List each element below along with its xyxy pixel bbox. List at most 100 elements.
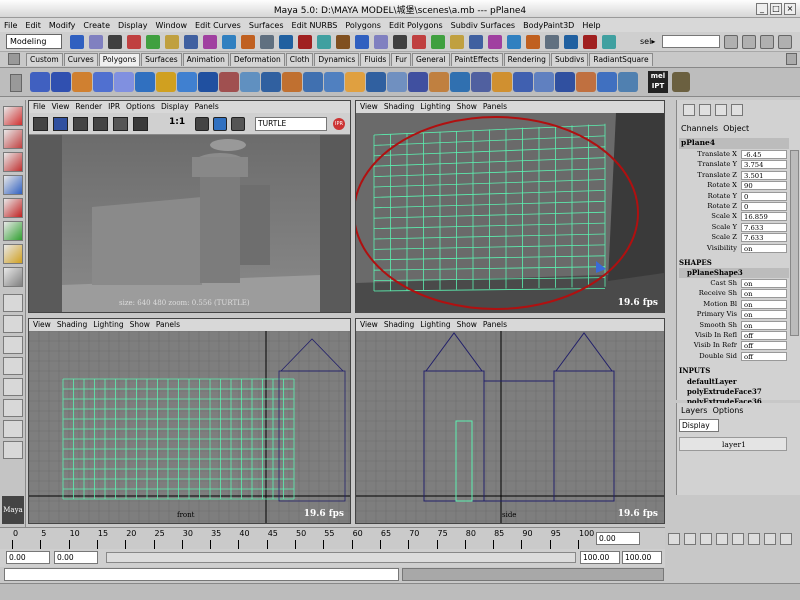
lasso-tool-icon[interactable] [3, 129, 23, 149]
channel-row[interactable]: Rotate Y 0 [679, 191, 787, 202]
tab-object[interactable]: Object [723, 124, 749, 133]
shelf-scroll-icon[interactable] [10, 74, 22, 92]
playback-control-icon[interactable] [732, 533, 744, 545]
shelf-tab-polygons[interactable]: Polygons [98, 53, 141, 66]
shelf-polygon-tool-icon[interactable] [30, 72, 50, 92]
status-tool-icon[interactable] [146, 35, 160, 49]
status-tool-icon[interactable] [70, 35, 84, 49]
channel-row[interactable]: Primary Vis on [679, 310, 787, 320]
input-node[interactable]: defaultLayer [679, 377, 789, 387]
layout-preset-icon[interactable] [3, 336, 23, 354]
start-time-field[interactable]: 0.00 [6, 551, 50, 564]
shelf-polygon-tool-icon[interactable] [387, 72, 407, 92]
channel-value[interactable]: off [741, 331, 787, 340]
shelf-tab-fluids[interactable]: Fluids [360, 53, 391, 66]
tab-layers[interactable]: Layers [681, 406, 707, 415]
mode-dropdown[interactable]: Modeling [6, 34, 62, 49]
status-tool-icon[interactable] [222, 35, 236, 49]
render-tool-icon[interactable] [33, 117, 48, 131]
playback-control-icon[interactable] [764, 533, 776, 545]
current-time-field[interactable]: 0.00 [596, 532, 640, 545]
shelf-menu-icon[interactable] [8, 53, 20, 65]
panel-menu-view[interactable]: View [33, 320, 51, 329]
status-tool-icon[interactable] [526, 35, 540, 49]
render-tool-icon[interactable] [133, 117, 148, 131]
panel-toggle-icon[interactable] [760, 35, 774, 49]
shelf-tab-subdivs[interactable]: Subdivs [550, 53, 589, 66]
front-viewport[interactable]: View Shading Lighting Show Panels front 19.6… [28, 318, 351, 524]
render-tool-icon[interactable] [213, 117, 227, 131]
paint-select-icon[interactable] [3, 152, 23, 172]
layout-preset-icon[interactable] [3, 420, 23, 438]
shelf-polygon-tool-icon[interactable] [597, 72, 617, 92]
panel-menu-render[interactable]: Render [75, 102, 102, 111]
playback-control-icon[interactable] [700, 533, 712, 545]
minimize-button[interactable]: _ [756, 3, 768, 15]
channel-box-mode-icon[interactable] [699, 104, 711, 116]
shelf-polygon-tool-icon[interactable] [408, 72, 428, 92]
menu-polygons[interactable]: Polygons [345, 21, 381, 30]
layout-preset-icon[interactable] [3, 357, 23, 375]
end-time-field[interactable]: 100.00 [622, 551, 662, 564]
mel-icon[interactable]: mel IPT [648, 71, 668, 93]
panel-menu-show[interactable]: Show [130, 320, 150, 329]
status-tool-icon[interactable] [374, 35, 388, 49]
panel-menu-lighting[interactable]: Lighting [420, 102, 450, 111]
shelf-polygon-tool-icon[interactable] [282, 72, 302, 92]
trash-icon[interactable] [786, 53, 797, 65]
close-button[interactable]: × [784, 3, 796, 15]
channel-value[interactable]: off [741, 341, 787, 351]
shelf-tab-cloth[interactable]: Cloth [285, 53, 314, 66]
channel-box-mode-icon[interactable] [683, 104, 695, 116]
shelf-polygon-tool-icon[interactable] [114, 72, 134, 92]
menu-edit[interactable]: Edit [25, 21, 41, 30]
channel-row[interactable]: Translate X -6.45 [679, 150, 787, 160]
shelf-tab-rendering[interactable]: Rendering [503, 53, 550, 66]
panel-toggle-icon[interactable] [742, 35, 756, 49]
status-tool-icon[interactable] [393, 35, 407, 49]
render-tool-icon[interactable] [231, 117, 245, 131]
rotate-tool-icon[interactable] [3, 198, 23, 218]
status-tool-icon[interactable] [241, 35, 255, 49]
channel-box-mode-icon[interactable] [731, 104, 743, 116]
maximize-button[interactable]: □ [770, 3, 782, 15]
shelf-tab-surfaces[interactable]: Surfaces [141, 53, 182, 66]
shelf-polygon-tool-icon[interactable] [429, 72, 449, 92]
channel-row[interactable]: Receive Sh on [679, 289, 787, 299]
status-tool-icon[interactable] [469, 35, 483, 49]
render-tool-icon[interactable] [73, 117, 88, 131]
status-tool-icon[interactable] [89, 35, 103, 49]
status-tool-icon[interactable] [317, 35, 331, 49]
channel-row[interactable]: Double Sid off [679, 351, 787, 362]
panel-menu-view[interactable]: View [360, 320, 378, 329]
shelf-tab-painteffects[interactable]: PaintEffects [450, 53, 503, 66]
panel-menu-options[interactable]: Options [126, 102, 155, 111]
panel-menu-lighting[interactable]: Lighting [93, 320, 123, 329]
channel-value[interactable]: -6.45 [741, 150, 787, 159]
renderer-dropdown[interactable]: TURTLE [255, 117, 327, 131]
channel-row[interactable]: Scale Y 7.633 [679, 222, 787, 233]
time-slider[interactable]: 0.00 0 5 10 15 20 25 30 35 40 45 50 55 60 65 70 75 80 85 9… [0, 527, 792, 549]
playback-control-icon[interactable] [684, 533, 696, 545]
zoom-ratio[interactable]: 1:1 [169, 117, 185, 127]
panel-menu-panels[interactable]: Panels [156, 320, 180, 329]
status-tool-icon[interactable] [488, 35, 502, 49]
shelf-tab-animation[interactable]: Animation [182, 53, 229, 66]
shelf-tab-deformation[interactable]: Deformation [229, 53, 285, 66]
shelf-polygon-tool-icon[interactable] [72, 72, 92, 92]
panel-menu-file[interactable]: File [33, 102, 46, 111]
node-name[interactable]: pPlane4 [679, 138, 789, 149]
layer-row[interactable]: layer1 [679, 437, 787, 451]
shelf-polygon-tool-icon[interactable] [471, 72, 491, 92]
shelf-polygon-tool-icon[interactable] [324, 72, 344, 92]
last-tool-icon[interactable] [3, 267, 23, 287]
playback-control-icon[interactable] [748, 533, 760, 545]
channel-value[interactable]: 3.501 [741, 170, 787, 180]
shelf-tab-general[interactable]: General [412, 53, 450, 66]
shelf-polygon-tool-icon[interactable] [513, 72, 533, 92]
status-tool-icon[interactable] [355, 35, 369, 49]
panel-menu-display[interactable]: Display [161, 102, 189, 111]
status-tool-icon[interactable] [298, 35, 312, 49]
status-tool-icon[interactable] [412, 35, 426, 49]
playback-control-icon[interactable] [668, 533, 680, 545]
